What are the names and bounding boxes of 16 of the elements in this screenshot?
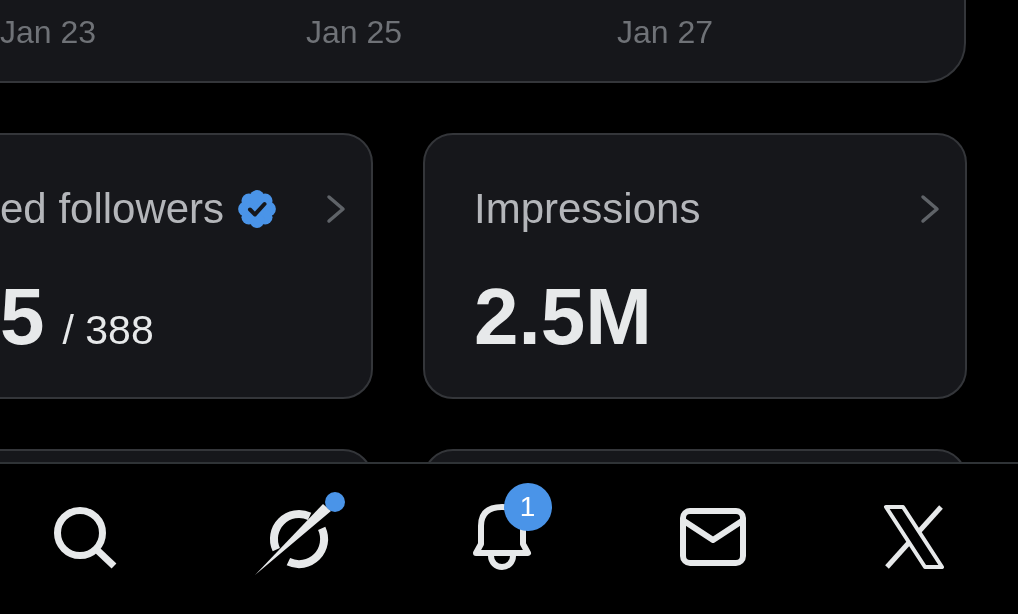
envelope-icon[interactable]: [680, 508, 747, 566]
chevron-right-icon: [326, 194, 346, 224]
search-icon[interactable]: [52, 505, 118, 569]
chevron-right-icon: [920, 194, 940, 224]
stat-value: 5: [0, 277, 45, 357]
axis-label: Jan 23: [0, 14, 97, 51]
stat-card[interactable]: Impressions 2.5M: [423, 133, 967, 399]
axis-label: Jan 25: [306, 14, 403, 51]
card-title: Impressions: [474, 185, 701, 233]
stat-card[interactable]: ed followers 5 / 388: [0, 133, 373, 399]
stat-total: / 388: [62, 306, 154, 354]
stat-value: 2.5M: [474, 277, 652, 357]
notification-count-badge: 1: [503, 483, 552, 531]
axis-label: Jan 27: [617, 14, 714, 51]
card-title: ed followers: [0, 185, 225, 233]
x-logo-icon[interactable]: [883, 505, 945, 569]
